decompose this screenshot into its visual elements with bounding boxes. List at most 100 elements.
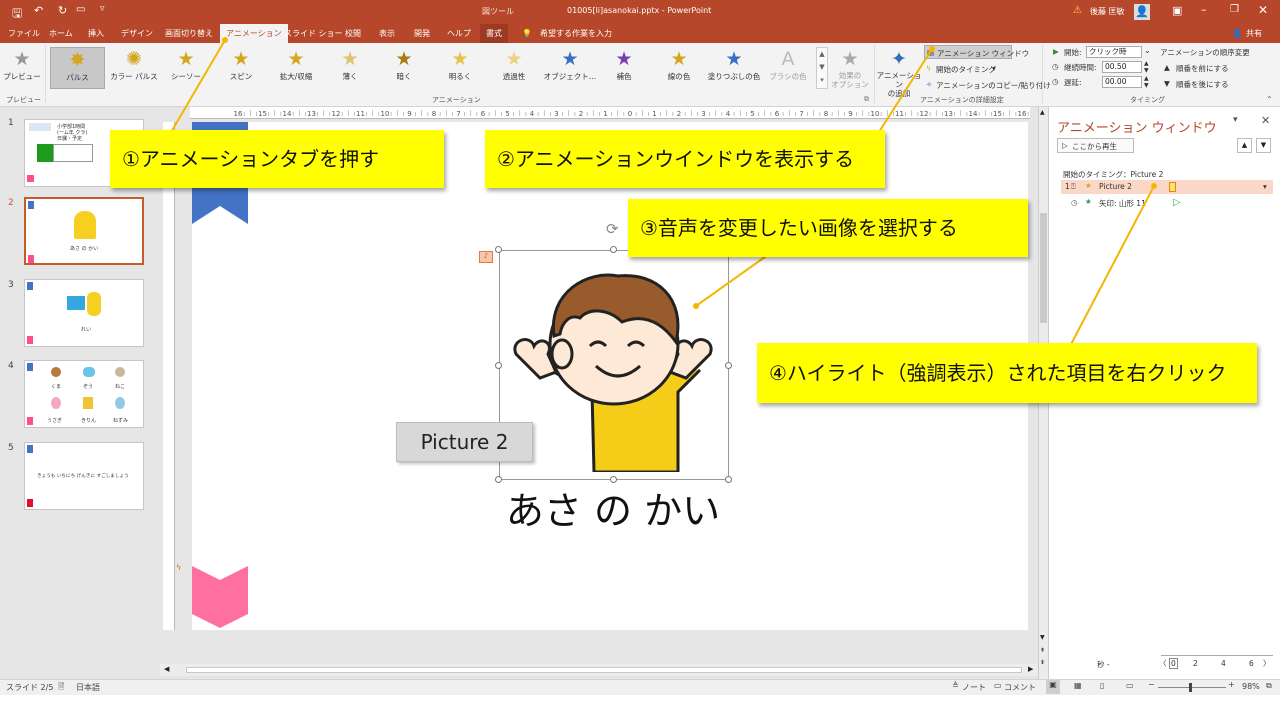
tab-format[interactable]: 書式: [480, 24, 508, 43]
delay-input[interactable]: 00.00: [1102, 76, 1142, 88]
hscroll-thumb[interactable]: [186, 667, 1022, 673]
zoom-slider-track[interactable]: [1158, 687, 1226, 688]
start-chevron-icon[interactable]: ⌄: [1144, 46, 1151, 55]
avatar[interactable]: 👤: [1134, 4, 1150, 20]
effect-grow-shrink[interactable]: ★ 拡大/収縮: [266, 47, 326, 89]
effect-line-color[interactable]: ★ 線の色: [649, 47, 709, 89]
effect-lighten[interactable]: ★ 明るく: [430, 47, 490, 89]
comments-button[interactable]: コメント: [1004, 682, 1036, 693]
scroll-down-icon[interactable]: ▼: [1040, 634, 1045, 641]
scroll-right-icon[interactable]: ▶: [1028, 665, 1033, 673]
rotate-handle-icon[interactable]: ⟳: [606, 220, 619, 238]
move-later-button[interactable]: 順番を後にする: [1176, 79, 1229, 90]
move-down-icon[interactable]: ▼: [1256, 138, 1271, 153]
slide-caption[interactable]: あさ の かい: [488, 480, 738, 535]
undo-icon[interactable]: ↶: [34, 4, 43, 17]
pane-options-icon[interactable]: ▾: [1233, 115, 1238, 125]
tab-view[interactable]: 表示: [379, 24, 395, 43]
animation-pane-button[interactable]: ▤ アニメーション ウィンドウ: [924, 45, 1029, 59]
pane-close-icon[interactable]: ✕: [1261, 114, 1270, 127]
horizontal-scrollbar[interactable]: ◀ ▶: [160, 664, 1038, 676]
ribbon-display-icon[interactable]: ▣: [1172, 4, 1182, 17]
duration-input[interactable]: 00.50: [1102, 61, 1142, 73]
play-from-button[interactable]: ▷ ここから再生: [1057, 138, 1134, 153]
resize-handle[interactable]: [495, 246, 502, 253]
share-button[interactable]: 共有: [1246, 24, 1262, 43]
effect-brush-color[interactable]: A ブラシの色: [758, 47, 818, 89]
add-animation-button[interactable]: ✦ アニメーション の追加: [876, 47, 922, 98]
tab-review[interactable]: 校閲: [345, 24, 361, 43]
duration-spinner[interactable]: ▲ ▼: [1144, 60, 1149, 74]
scroll-up-icon[interactable]: ▲: [1040, 109, 1045, 116]
thumbnail-slide-3[interactable]: れい: [24, 279, 144, 347]
tab-developer[interactable]: 開発: [414, 24, 430, 43]
move-earlier-button[interactable]: 順番を前にする: [1176, 63, 1229, 74]
effect-transparency[interactable]: ★ 透過性: [484, 47, 544, 89]
effect-options-button[interactable]: ★ 効果の オプション: [828, 47, 872, 89]
effect-fill-color[interactable]: ★ 塗りつぶしの色: [704, 47, 764, 89]
dialog-launcher-icon[interactable]: ⧉: [864, 95, 869, 104]
animation-painter-button[interactable]: ✧ アニメーションのコピー/貼り付け: [924, 78, 1051, 92]
trigger-button[interactable]: ϟ 開始のタイミング ▾: [924, 62, 1034, 76]
scroll-thumb[interactable]: [1040, 213, 1047, 323]
effect-pulse[interactable]: ✸ パルス: [50, 47, 105, 89]
delay-spinner[interactable]: ▲ ▼: [1144, 75, 1149, 89]
tab-transitions[interactable]: 画面切り替え: [165, 24, 213, 43]
zoom-in-icon[interactable]: +: [1228, 680, 1235, 689]
tell-me-input[interactable]: 希望する作業を入力: [540, 24, 612, 43]
preview-button[interactable]: ★ プレビュー: [2, 47, 42, 89]
thumbnail-slide-5[interactable]: きょうも いちにち げんきに すごしましょう: [24, 442, 144, 510]
tab-help[interactable]: ヘルプ: [447, 24, 471, 43]
reading-view-icon[interactable]: ▯: [1100, 681, 1104, 690]
effect-color-pulse[interactable]: ✺ カラー パルス: [104, 47, 164, 89]
scroll-left-icon[interactable]: ◀: [164, 665, 169, 673]
thumbnail-slide-4[interactable]: くま ぞう ねこ うさぎ きりん ねずみ: [24, 360, 144, 428]
move-up-icon[interactable]: ▲: [1237, 138, 1252, 153]
close-icon[interactable]: ✕: [1258, 3, 1268, 17]
normal-view-icon[interactable]: ▣: [1046, 680, 1060, 694]
item-dropdown-icon[interactable]: ▾: [1263, 182, 1267, 191]
effect-teeter[interactable]: ★ シーソー: [156, 47, 216, 89]
tab-slideshow[interactable]: スライド ショー: [284, 24, 343, 43]
next-slide-icon[interactable]: ⇟: [1040, 659, 1045, 666]
tab-design[interactable]: デザイン: [121, 24, 153, 43]
minimize-icon[interactable]: –: [1201, 3, 1207, 16]
redo-icon[interactable]: ↻: [58, 4, 67, 17]
start-select[interactable]: クリック時: [1086, 46, 1142, 58]
zoom-level[interactable]: 98%: [1242, 682, 1260, 691]
zoom-out-icon[interactable]: −: [1148, 680, 1155, 689]
effect-spin[interactable]: ★ スピン: [211, 47, 271, 89]
fit-slide-icon[interactable]: ⧉: [1266, 681, 1272, 691]
animation-marker-icon[interactable]: ♪: [479, 251, 493, 263]
effect-complementary[interactable]: ★ 補色: [594, 47, 654, 89]
collapse-ribbon-icon[interactable]: ⌃: [1266, 95, 1273, 104]
pane-item-highlighted[interactable]: 1 ⍰ ★ Picture 2 ▾: [1061, 180, 1273, 194]
resize-handle[interactable]: [725, 362, 732, 369]
save-icon[interactable]: 🖫: [12, 4, 22, 25]
effect-object-color[interactable]: ★ オブジェクト…: [540, 47, 600, 89]
tab-animations[interactable]: アニメーション: [220, 24, 288, 43]
slideshow-view-icon[interactable]: ▭: [1126, 681, 1134, 690]
zoom-slider-thumb[interactable]: [1189, 683, 1192, 692]
restore-icon[interactable]: ❐: [1230, 4, 1239, 15]
tab-home[interactable]: ホーム: [49, 24, 73, 43]
gallery-scroll[interactable]: ▲ ▼ ▾: [816, 47, 828, 89]
customize-qat-icon[interactable]: ▿: [100, 4, 105, 14]
pane-item[interactable]: ◷ ★ 矢印: 山形 11 ▷: [1061, 196, 1273, 210]
thumbnail-slide-2[interactable]: あさ の かい: [24, 197, 144, 265]
user-name[interactable]: 後藤 匡敏: [1090, 6, 1125, 17]
seconds-label[interactable]: 秒 -: [1097, 659, 1110, 670]
language[interactable]: 日本語: [76, 682, 100, 693]
tab-insert[interactable]: 挿入: [88, 24, 104, 43]
resize-handle[interactable]: [610, 246, 617, 253]
effect-desaturate[interactable]: ★ 薄く: [320, 47, 380, 89]
spellcheck-icon[interactable]: 🗎: [58, 681, 64, 695]
resize-handle[interactable]: [495, 362, 502, 369]
timeline-right-icon[interactable]: 〉: [1263, 658, 1271, 669]
sorter-view-icon[interactable]: ▦: [1074, 681, 1082, 690]
slideshow-quick-icon[interactable]: ▭: [76, 4, 85, 15]
timeline-left-icon[interactable]: 〈: [1159, 658, 1167, 669]
tab-file[interactable]: ファイル: [8, 24, 40, 43]
notes-button[interactable]: ノート: [962, 682, 986, 693]
prev-slide-icon[interactable]: ⇞: [1040, 647, 1045, 654]
